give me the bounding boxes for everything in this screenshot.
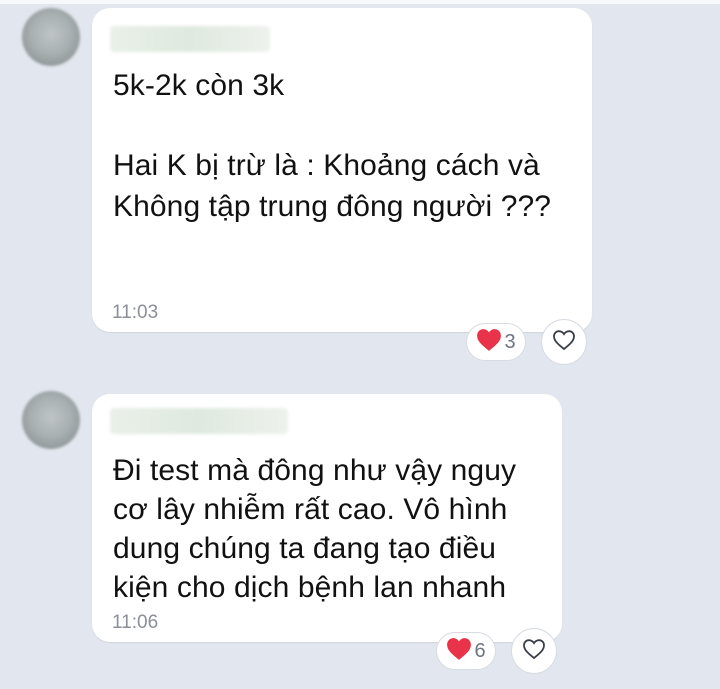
- message-line: 5k-2k còn 3k: [113, 69, 285, 102]
- message-line: Không tập trung đông người ???: [113, 190, 552, 223]
- like-button[interactable]: [511, 628, 557, 674]
- sender-name-blurred[interactable]: [110, 408, 288, 434]
- like-heart-outline-icon: [522, 638, 546, 665]
- reaction-count: 6: [474, 639, 486, 662]
- sender-avatar[interactable]: [22, 391, 80, 449]
- sender-avatar[interactable]: [22, 8, 80, 66]
- message-time: 11:06: [112, 612, 159, 633]
- sender-name-blurred[interactable]: [110, 26, 270, 52]
- heart-icon: [476, 328, 502, 357]
- message-bubble[interactable]: 5k-2k còn 3k Hai K bị trừ là : Khoảng cá…: [92, 8, 592, 332]
- top-edge: [0, 0, 720, 4]
- message-time: 11:03: [112, 302, 159, 323]
- reaction-count: 3: [504, 330, 516, 353]
- like-heart-outline-icon: [552, 329, 576, 356]
- message-line: Hai K bị trừ là : Khoảng cách và: [113, 149, 540, 182]
- message-line: kiện cho dịch bệnh lan nhanh: [113, 571, 507, 604]
- reaction-pill[interactable]: 3: [466, 323, 526, 361]
- message-line: dung chúng ta đang tạo điều: [113, 532, 497, 565]
- message-line: cơ lây nhiễm rất cao. Vô hình: [113, 493, 508, 526]
- message-bubble[interactable]: Đi test mà đông như vậy nguy cơ lây nhiễ…: [92, 394, 562, 642]
- like-button[interactable]: [541, 319, 587, 365]
- message-line: Đi test mà đông như vậy nguy: [113, 454, 517, 487]
- reaction-pill[interactable]: 6: [436, 632, 496, 670]
- heart-icon: [446, 637, 472, 666]
